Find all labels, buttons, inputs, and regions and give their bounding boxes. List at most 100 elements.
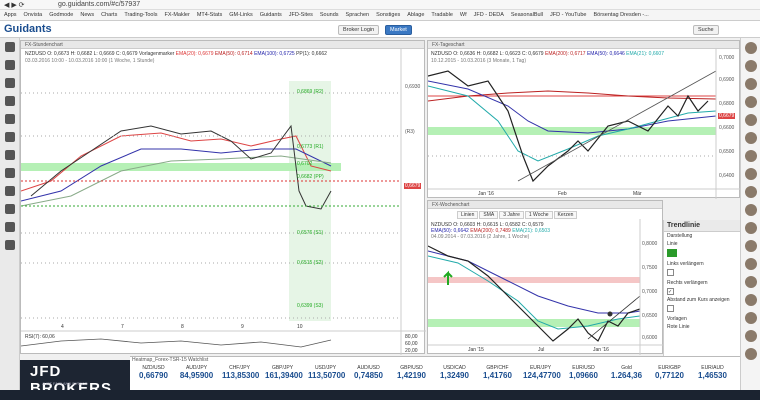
avatar[interactable] — [745, 186, 757, 198]
news-icon[interactable] — [5, 96, 15, 106]
extend-left-checkbox[interactable] — [667, 269, 674, 276]
bookmark-item[interactable]: Sonstiges — [376, 12, 400, 18]
watchlist-item[interactable]: Gold 1.264,36 — [609, 365, 644, 380]
bookmark-item[interactable]: Trading-Tools — [124, 12, 157, 18]
toolbar-type[interactable]: Kerzen — [553, 211, 578, 219]
watchlist-price: 0,77120 — [655, 371, 684, 380]
avatar[interactable] — [745, 312, 757, 324]
user-icon[interactable] — [5, 78, 15, 88]
broker-login-button[interactable]: Broker Login — [338, 25, 380, 35]
hourly-chart[interactable] — [21, 41, 426, 355]
extend-right-checkbox[interactable]: ✓ — [667, 288, 674, 295]
distance-checkbox[interactable] — [667, 305, 674, 312]
watchlist-item[interactable]: GBP/USD 1,42190 — [394, 365, 429, 380]
watchlist-item[interactable]: EUR/AUD 1,46530 — [695, 365, 730, 380]
watchlist: Heatmap_Forex-TSR-15 Watchlist NZD/USD 0,… — [130, 356, 740, 390]
avatar[interactable] — [745, 60, 757, 72]
bookmark-item[interactable]: Godmode — [49, 12, 73, 18]
watchlist-price: 124,47700 — [523, 371, 561, 380]
bookmark-item[interactable]: JFD-Sites — [289, 12, 313, 18]
x-tick: 8 — [181, 324, 184, 330]
watchlist-item[interactable]: NZD/USD 0,66790 — [136, 365, 171, 380]
app-logo: Guidants — [4, 23, 52, 35]
avatar[interactable] — [745, 330, 757, 342]
toolbar-lines[interactable]: Linien — [457, 211, 479, 219]
folder-icon[interactable] — [5, 186, 15, 196]
avatar[interactable] — [745, 276, 757, 288]
avatar[interactable] — [745, 96, 757, 108]
bookmark-item[interactable]: Tradable — [431, 12, 453, 18]
watchlist-item[interactable]: AUD/USD 0,74850 — [351, 365, 386, 380]
weekly-chart[interactable] — [428, 201, 664, 355]
bookmark-item[interactable]: JFD - DEDA — [474, 12, 504, 18]
bookmark-item[interactable]: Onvista — [24, 12, 43, 18]
bookmark-item[interactable]: Wf — [460, 12, 467, 18]
daily-chart[interactable] — [428, 41, 741, 199]
section-label: Darstellung — [667, 233, 693, 239]
search-button[interactable]: Suche — [693, 25, 719, 35]
watchlist-item[interactable]: AUD/JPY 84,95900 — [179, 365, 214, 380]
watchlist-item[interactable]: EUR/USD 1,09660 — [566, 365, 601, 380]
address-bar: ◀ ▶ ⟳ go.guidants.com/#c/57937 — [0, 0, 760, 10]
watchlist-item[interactable]: GBP/JPY 161,39400 — [265, 365, 303, 380]
watchlist-item[interactable]: GBP/CHF 1,41760 — [480, 365, 515, 380]
bookmark-item[interactable]: FX-Makler — [164, 12, 189, 18]
r2-label: 0,6869 (R2) — [297, 89, 324, 95]
url-field[interactable]: go.guidants.com/#c/57937 — [58, 1, 140, 8]
bookmark-item[interactable]: GM-Links — [229, 12, 253, 18]
trendline-title: Trendlinie — [664, 220, 740, 232]
watchlist-item[interactable]: USD/CAD 1,32490 — [437, 365, 472, 380]
market-button[interactable]: Market — [385, 25, 412, 35]
bookmark-item[interactable]: Sprachen — [346, 12, 370, 18]
bookmark-item[interactable]: Guidants — [260, 12, 282, 18]
chart-icon[interactable] — [5, 42, 15, 52]
bookmark-item[interactable]: SeasonalBull — [511, 12, 543, 18]
bookmark-item[interactable]: News — [80, 12, 94, 18]
avatar[interactable] — [745, 168, 757, 180]
weekly-chart-panel: FX-Wochenchart NZDUSD O: 0,6603 H: 0,661… — [427, 200, 664, 355]
download-icon[interactable] — [5, 204, 15, 214]
watchlist-item[interactable]: CHF/JPY 113,85300 — [222, 365, 259, 380]
bookmark-item[interactable]: MT4-Stats — [197, 12, 222, 18]
watchlist-item[interactable]: EUR/GBP 0,77120 — [652, 365, 687, 380]
template-red-line[interactable]: Rote Linie — [664, 323, 740, 331]
chat-icon[interactable] — [5, 132, 15, 142]
toolbar-range[interactable]: 3 Jahre — [499, 211, 524, 219]
watchlist-item[interactable]: USD/JPY 113,50700 — [308, 365, 346, 380]
avatar[interactable] — [745, 42, 757, 54]
watchlist-price: 113,50700 — [308, 371, 346, 380]
watchlist-item[interactable]: EUR/JPY 124,47700 — [523, 365, 561, 380]
bookmark-item[interactable]: Sounds — [320, 12, 339, 18]
settings-icon[interactable] — [5, 168, 15, 178]
bookmark-item[interactable]: Börsentag Dresden -... — [593, 12, 648, 18]
x-tick: Jan '16 — [478, 191, 494, 197]
color-swatch[interactable] — [667, 249, 677, 257]
bookmark-item[interactable]: Apps — [4, 12, 17, 18]
toolbar-interval[interactable]: 1 Woche — [524, 211, 553, 219]
avatar[interactable] — [745, 204, 757, 216]
avatar[interactable] — [745, 240, 757, 252]
bell-icon[interactable] — [5, 150, 15, 160]
s1-label: 0,6576 (S1) — [297, 230, 324, 236]
avatar[interactable] — [745, 78, 757, 90]
watchlist-price: 1,46530 — [698, 371, 727, 380]
bookmark-item[interactable]: JFD - YouTube — [550, 12, 586, 18]
avatar[interactable] — [745, 258, 757, 270]
avatar[interactable] — [745, 222, 757, 234]
avatar[interactable] — [745, 348, 757, 360]
pages-icon[interactable] — [5, 240, 15, 250]
y-axis: 0,6930 (R3) — [405, 84, 421, 135]
avatar[interactable] — [745, 132, 757, 144]
bookmark-item[interactable]: Charts — [101, 12, 117, 18]
avatar[interactable] — [745, 114, 757, 126]
bookmark-item[interactable]: Ablage — [407, 12, 424, 18]
list-icon[interactable] — [5, 60, 15, 70]
pencil-icon[interactable] — [5, 222, 15, 232]
templates-label: Vorlagen — [667, 316, 687, 322]
broker-banner[interactable]: JFD BROKERS JUST FAIR AND DIRECT — [20, 360, 130, 397]
avatar[interactable] — [745, 150, 757, 162]
back-icon[interactable]: ◀ ▶ ⟳ — [4, 1, 25, 9]
avatar[interactable] — [745, 294, 757, 306]
toolbar-indicator[interactable]: SMA — [479, 211, 499, 219]
calendar-icon[interactable] — [5, 114, 15, 124]
